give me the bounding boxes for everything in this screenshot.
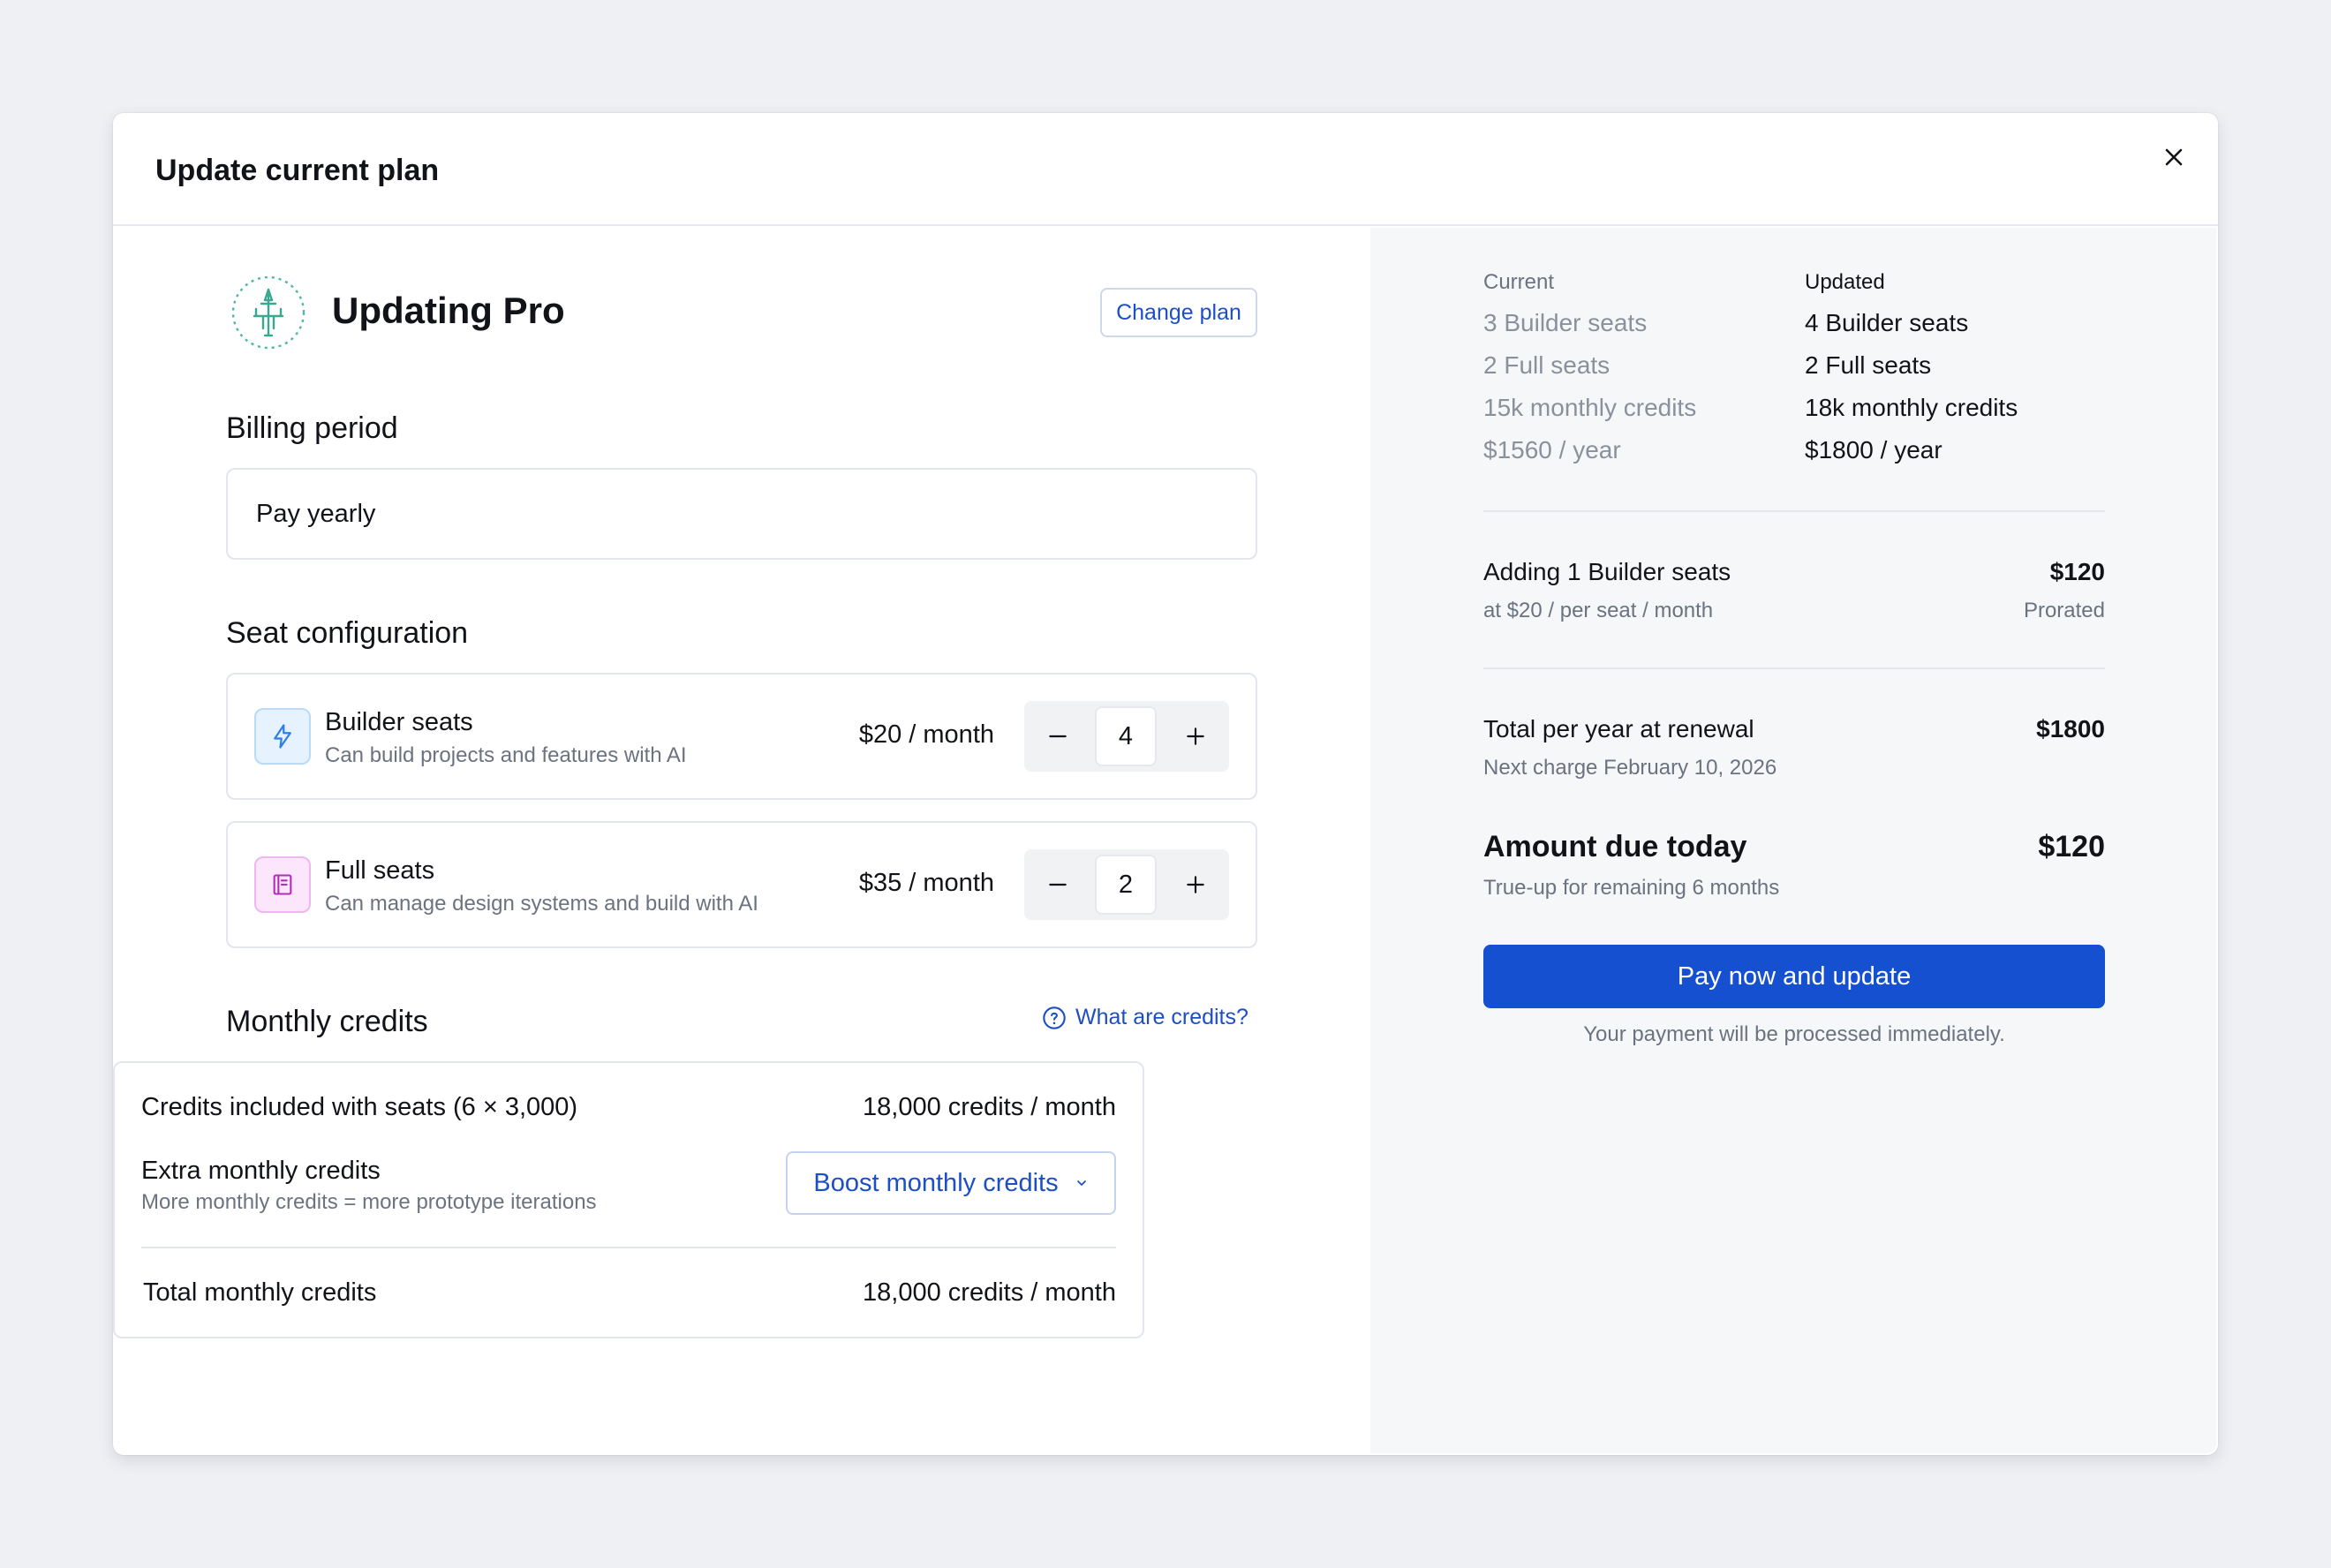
monthly-credits-title: Monthly credits	[226, 1005, 428, 1038]
help-circle-icon	[1043, 1006, 1066, 1029]
adding-seats-label: Adding 1 Builder seats	[1483, 558, 1731, 585]
full-seats-name: Full seats	[325, 856, 435, 885]
chevron-down-icon	[1076, 1180, 1086, 1186]
builder-seats-description: Can build projects and features with AI	[325, 743, 687, 767]
updated-header: Updated	[1805, 270, 1885, 294]
credits-divider	[141, 1247, 1116, 1248]
change-plan-button[interactable]: Change plan	[1100, 288, 1257, 337]
credits-included-label: Credits included with seats (6 × 3,000)	[141, 1093, 578, 1121]
plus-icon	[1187, 876, 1204, 893]
builder-seats-decrement-button[interactable]	[1024, 701, 1091, 772]
full-seats-price: $35 / month	[858, 869, 994, 897]
renewal-total-value: $1800	[2036, 715, 2105, 743]
bolt-icon	[254, 708, 311, 765]
builder-seats-stepper: 4	[1024, 701, 1229, 772]
builder-seats-count-input[interactable]: 4	[1095, 706, 1157, 766]
modal-title: Update current plan	[155, 154, 440, 187]
updated-row: $1800 / year	[1805, 436, 1942, 464]
current-row: 3 Builder seats	[1483, 309, 1648, 336]
current-header: Current	[1483, 270, 1555, 294]
full-seats-stepper: 2	[1024, 849, 1229, 920]
renewal-total-label: Total per year at renewal	[1483, 715, 1754, 743]
builder-seats-increment-button[interactable]	[1162, 701, 1229, 772]
full-seats-decrement-button[interactable]	[1024, 849, 1091, 920]
builder-seats-name: Builder seats	[325, 708, 473, 736]
modal-header: Update current plan	[113, 113, 2218, 226]
amount-due-sub: True-up for remaining 6 months	[1483, 876, 1780, 900]
updated-row: 18k monthly credits	[1805, 394, 2018, 421]
what-are-credits-label: What are credits?	[1075, 1005, 1248, 1029]
updated-row: 2 Full seats	[1805, 351, 1932, 379]
payment-note: Your payment will be processed immediate…	[1583, 1022, 2005, 1046]
full-seats-card: Full seats Can manage design systems and…	[226, 821, 1257, 948]
billing-period-title: Billing period	[226, 411, 398, 445]
billing-period-select[interactable]: Pay yearly	[226, 468, 1257, 560]
adding-seats-value: $120	[2049, 558, 2105, 585]
extra-credits-label: Extra monthly credits	[141, 1157, 381, 1185]
plus-icon	[1187, 727, 1204, 745]
full-seats-increment-button[interactable]	[1162, 849, 1229, 920]
minus-icon	[1049, 735, 1067, 738]
summary-divider	[1483, 510, 2105, 512]
minus-icon	[1049, 883, 1067, 886]
updated-row: 4 Builder seats	[1805, 309, 1969, 336]
total-credits-value: 18,000 credits / month	[863, 1278, 1116, 1307]
full-seats-description: Can manage design systems and build with…	[325, 892, 758, 916]
builder-seats-card: Builder seats Can build projects and fea…	[226, 673, 1257, 800]
credits-included-value: 18,000 credits / month	[863, 1093, 1116, 1121]
what-are-credits-link[interactable]: What are credits?	[1042, 1005, 1248, 1030]
next-charge-date: Next charge February 10, 2026	[1483, 756, 1777, 780]
current-row: 15k monthly credits	[1483, 394, 1697, 421]
seat-configuration-title: Seat configuration	[226, 616, 469, 650]
boost-credits-label: Boost monthly credits	[813, 1168, 1059, 1197]
plan-title: Updating Pro	[332, 290, 565, 331]
current-row: $1560 / year	[1483, 436, 1621, 464]
extra-credits-sub: More monthly credits = more prototype it…	[141, 1190, 597, 1214]
plan-logo-icon	[230, 274, 307, 351]
book-icon	[254, 856, 311, 913]
total-credits-label: Total monthly credits	[143, 1278, 377, 1307]
summary-divider	[1483, 667, 2105, 669]
current-row: 2 Full seats	[1483, 351, 1611, 379]
close-button[interactable]	[2154, 138, 2193, 177]
full-seats-count-input[interactable]: 2	[1095, 855, 1157, 915]
amount-due-label: Amount due today	[1483, 830, 1747, 863]
builder-seats-price: $20 / month	[858, 720, 994, 749]
credits-card: Credits included with seats (6 × 3,000) …	[113, 1061, 1144, 1338]
close-icon	[2165, 148, 2183, 166]
prorated-label: Prorated	[2023, 599, 2105, 622]
amount-due-value: $120	[2038, 830, 2105, 863]
adding-seats-sub: at $20 / per seat / month	[1483, 599, 1714, 622]
boost-credits-dropdown[interactable]: Boost monthly credits	[786, 1151, 1116, 1215]
pay-now-button[interactable]: Pay now and update	[1483, 945, 2105, 1008]
